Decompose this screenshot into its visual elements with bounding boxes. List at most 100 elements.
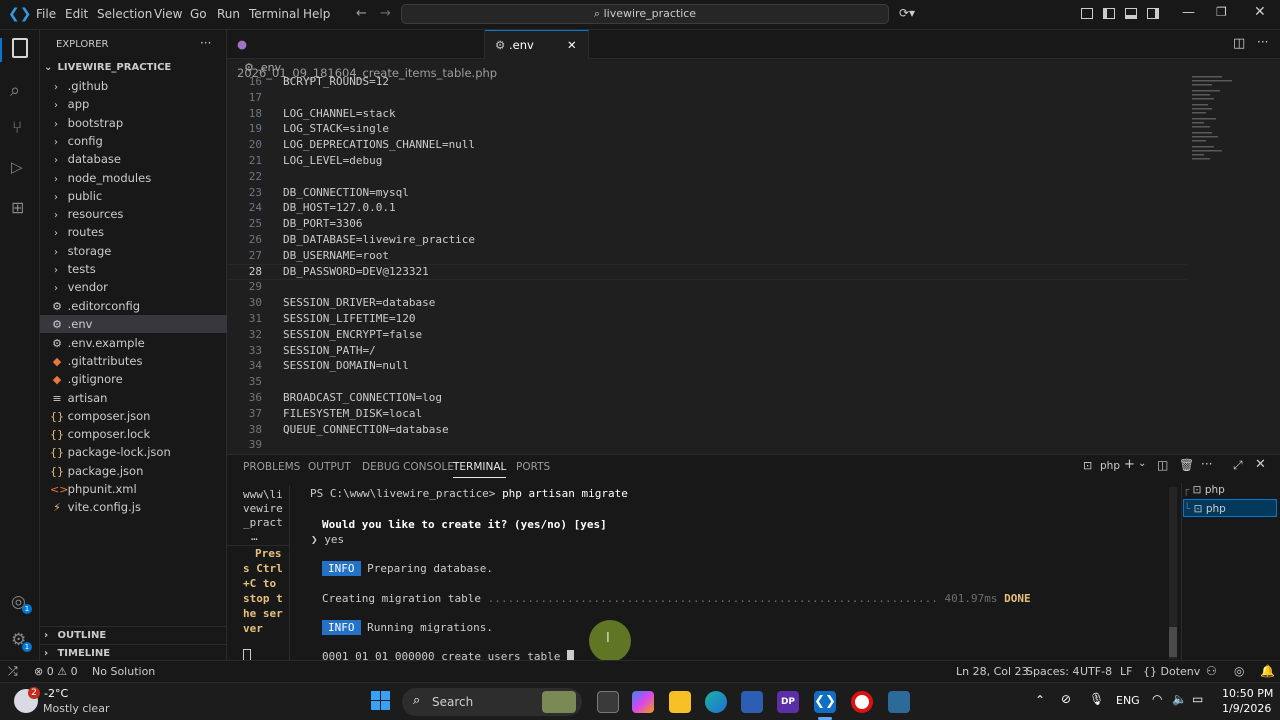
tab-debug-console[interactable]: DEBUG CONSOLE xyxy=(362,461,454,473)
tree-folder[interactable]: › public xyxy=(40,187,227,205)
tab-problems[interactable]: PROBLEMS xyxy=(243,461,300,473)
layout-customize-icon[interactable] xyxy=(1081,8,1093,19)
chevron-up-icon[interactable]: ⌃ xyxy=(1035,693,1045,707)
minimap[interactable] xyxy=(1190,74,1240,164)
tree-file[interactable]: ≡ artisan xyxy=(40,389,227,407)
tab-env[interactable]: ⚙ .env ✕ xyxy=(485,30,589,59)
close-panel-icon[interactable]: ✕ xyxy=(1255,457,1266,472)
tree-folder[interactable]: › .github xyxy=(40,77,227,95)
weather-temp[interactable]: -2°C xyxy=(44,687,68,700)
chevron-down-icon[interactable]: ⌄ xyxy=(1138,458,1146,469)
tab-ports[interactable]: PORTS xyxy=(516,461,550,473)
line-ending[interactable]: LF xyxy=(1120,665,1132,678)
copilot-status-icon[interactable]: ⚇ xyxy=(1206,664,1217,678)
menu-run[interactable]: Run xyxy=(217,7,240,21)
microsoft-store-icon[interactable] xyxy=(741,691,763,713)
outline-section[interactable]: › OUTLINE xyxy=(40,627,227,645)
more-actions-icon[interactable]: ··· xyxy=(200,36,211,50)
terminal-app-icon[interactable] xyxy=(888,691,910,713)
extensions-icon[interactable]: ⊞ xyxy=(11,198,35,222)
live-share-icon[interactable]: ◎ xyxy=(1234,664,1244,678)
tree-folder[interactable]: › storage xyxy=(40,242,227,260)
indentation[interactable]: Spaces: 4 xyxy=(1026,665,1079,678)
source-control-icon[interactable]: ⑂ xyxy=(12,118,36,142)
microphone-icon[interactable]: 🎙 xyxy=(1089,692,1104,706)
close-tab-icon[interactable]: ✕ xyxy=(567,31,577,60)
notifications-bell-icon[interactable]: 🔔 xyxy=(1260,664,1275,678)
menu-help[interactable]: Help xyxy=(303,7,330,21)
battery-icon[interactable]: ▭ xyxy=(1192,692,1203,706)
tab-output[interactable]: OUTPUT xyxy=(308,461,351,473)
remote-icon[interactable]: ⤮ xyxy=(8,664,18,679)
tab-create-items-table[interactable]: ● 2026_01_09_181604_create_items_table.p… xyxy=(227,30,497,80)
tree-file[interactable]: ◆ .gitattributes xyxy=(40,352,227,370)
terminal-scrollbar[interactable] xyxy=(1169,487,1177,659)
vscode-taskbar-icon[interactable]: ❮❯ xyxy=(814,691,836,713)
panel-more-icon[interactable]: ··· xyxy=(1201,457,1212,471)
tree-file[interactable]: {} package-lock.json xyxy=(40,443,227,461)
terminal-output[interactable]: PS C:\www\livewire_practice> php artisan… xyxy=(291,483,1171,661)
wifi-icon[interactable]: ◠ xyxy=(1152,692,1162,706)
toggle-panel-icon[interactable] xyxy=(1125,8,1137,19)
tree-file[interactable]: ⚙ .env xyxy=(40,315,227,334)
tree-file[interactable]: ⚙ .editorconfig xyxy=(40,297,227,315)
problems-status[interactable]: ⊗ 0 ⚠ 0 xyxy=(34,665,78,678)
speaker-icon[interactable]: 🔈 xyxy=(1172,692,1187,706)
edge-browser-icon[interactable] xyxy=(705,691,727,713)
datagrip-icon[interactable]: DP xyxy=(777,691,799,713)
toggle-sidebar-icon[interactable] xyxy=(1103,8,1115,19)
close-window-icon[interactable]: ✕ xyxy=(1254,4,1266,20)
terminal-list-item-active[interactable]: └ ⊡ php xyxy=(1183,499,1277,517)
tree-file[interactable]: ⚙ .env.example xyxy=(40,334,227,352)
left-terminal-pane[interactable]: www\li vewire _pract … xyxy=(241,488,289,548)
run-debug-icon[interactable]: ▷ xyxy=(11,158,35,182)
copilot-icon[interactable]: ⟳▾ xyxy=(899,6,915,20)
clock-date[interactable]: 1/9/2026 xyxy=(1222,702,1271,715)
language-mode[interactable]: {} Dotenv xyxy=(1143,665,1200,678)
tree-file[interactable]: {} composer.lock xyxy=(40,425,227,443)
code-editor[interactable]: 16 BCRYPT_ROUNDS=12 17 18 LOG_CHANNEL=stack 1… xyxy=(227,74,1187,452)
menu-terminal[interactable]: Terminal xyxy=(249,7,300,21)
windows-start-icon[interactable] xyxy=(371,691,391,711)
tree-folder[interactable]: › routes xyxy=(40,223,227,241)
new-terminal-icon[interactable]: + xyxy=(1124,457,1135,472)
restore-icon[interactable]: ❐ xyxy=(1216,5,1227,19)
tree-folder[interactable]: › bootstrap xyxy=(40,114,227,132)
command-center-search[interactable]: ⌕ livewire_practice xyxy=(401,4,889,24)
task-view-icon[interactable] xyxy=(597,691,619,713)
menu-file[interactable]: File xyxy=(36,7,56,21)
project-root[interactable]: ⌄ LIVEWIRE_PRACTICE xyxy=(40,59,227,77)
tree-file[interactable]: {} composer.json xyxy=(40,407,227,425)
copilot-app-icon[interactable] xyxy=(632,691,654,713)
search-activity-icon[interactable]: ⌕ xyxy=(10,80,34,104)
tree-folder[interactable]: › database xyxy=(40,150,227,168)
maximize-panel-icon[interactable]: ⤢ xyxy=(1233,458,1243,473)
forward-arrow-icon[interactable]: → xyxy=(380,6,391,21)
shell-label[interactable]: php xyxy=(1100,460,1120,472)
tree-file[interactable]: ⚡ vite.config.js xyxy=(40,498,227,516)
file-explorer-icon[interactable] xyxy=(669,691,691,713)
language-indicator[interactable]: ENG xyxy=(1116,694,1140,707)
weather-desc[interactable]: Mostly clear xyxy=(43,702,109,715)
encoding[interactable]: UTF-8 xyxy=(1080,665,1112,678)
terminal-list-item[interactable]: ┌ ⊡ php xyxy=(1183,481,1277,499)
screen-recorder-icon[interactable] xyxy=(851,691,873,713)
tree-folder[interactable]: › node_modules xyxy=(40,169,227,187)
menu-view[interactable]: View xyxy=(154,7,182,21)
tree-folder[interactable]: › app xyxy=(40,95,227,113)
cursor-position[interactable]: Ln 28, Col 23 xyxy=(956,665,1029,678)
menu-go[interactable]: Go xyxy=(190,7,207,21)
tree-file[interactable]: <> phpunit.xml xyxy=(40,480,227,498)
tree-file[interactable]: {} package.json xyxy=(40,462,227,480)
tab-terminal[interactable]: TERMINAL xyxy=(453,461,507,478)
bluetooth-off-icon[interactable]: ⊘ xyxy=(1061,692,1071,706)
split-editor-icon[interactable]: ◫ xyxy=(1233,36,1245,51)
menu-selection[interactable]: Selection xyxy=(97,7,152,21)
tree-folder[interactable]: › resources xyxy=(40,205,227,223)
editor-more-icon[interactable]: ··· xyxy=(1257,35,1268,49)
toggle-secondary-sidebar-icon[interactable] xyxy=(1147,8,1159,19)
solution-status[interactable]: No Solution xyxy=(92,665,155,678)
tree-folder[interactable]: › tests xyxy=(40,260,227,278)
explorer-icon[interactable] xyxy=(12,38,28,58)
minimize-icon[interactable]: — xyxy=(1182,5,1195,20)
